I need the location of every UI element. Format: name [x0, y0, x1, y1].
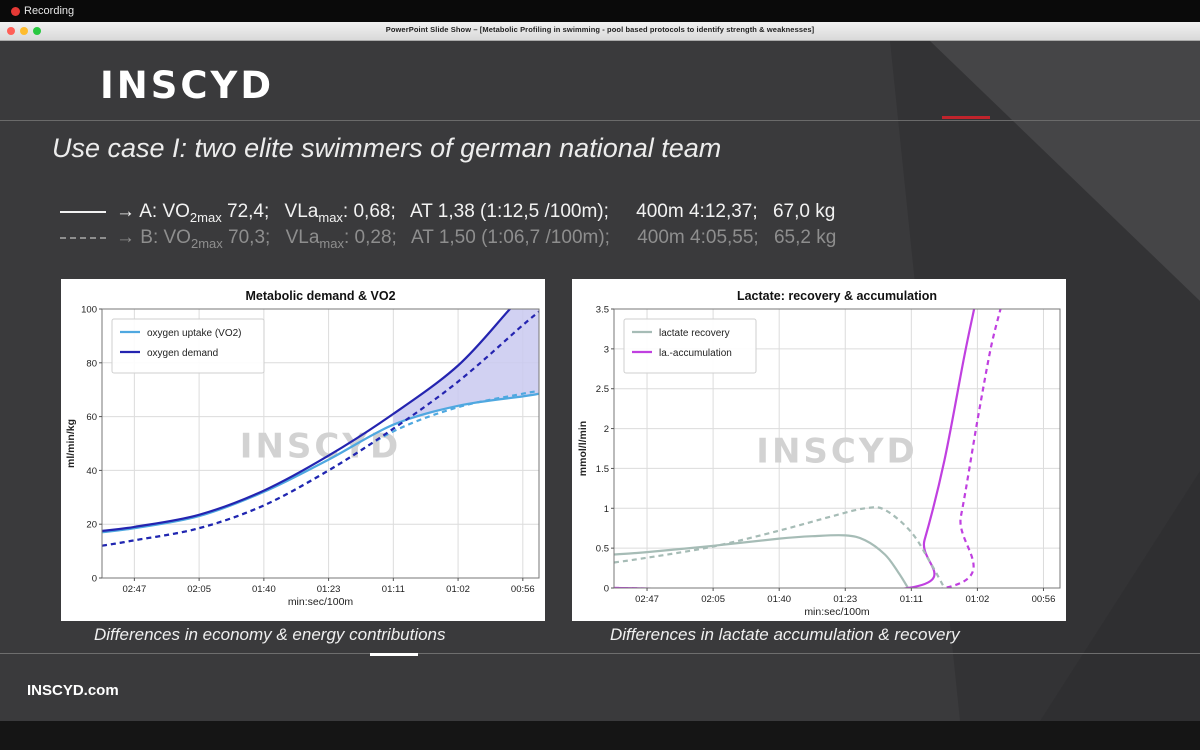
x-tick-label: 02:47 [635, 594, 659, 605]
athlete-a-label: A: VO [139, 201, 190, 222]
white-accent-bar [370, 653, 418, 656]
metabolic-demand-chart-svg: Metabolic demand & VO2INSCYD02:47 02:05 01… [65, 289, 540, 608]
header-divider [0, 120, 1200, 121]
y-tick-label: 80 [86, 358, 97, 369]
x-tick-label: 00:56 [511, 584, 535, 595]
y-tick-label: 40 [86, 466, 97, 477]
slide: INSCYD Use case I: two elite swimmers of… [0, 41, 1200, 721]
y-tick-label: 3.5 [596, 305, 609, 316]
bottom-strip [0, 721, 1200, 750]
y-tick-label: 0 [604, 584, 609, 595]
vo2-subscript: 2max [189, 209, 222, 225]
x-tick-label: 01:23 [317, 584, 341, 595]
x-tick-label: 02:47 [122, 584, 146, 595]
lactate-chart-svg: Lactate: recovery & accumulationINSCYD02… [577, 289, 1061, 618]
logo-text: INSCYD [100, 64, 275, 107]
x-tick-label: 00:56 [1032, 594, 1056, 605]
x-tick-label: 02:05 [701, 594, 725, 605]
athlete-b-label: B: VO [140, 227, 191, 248]
caption-lactate: Differences in lactate accumulation & re… [610, 625, 960, 644]
recording-label: Recording [24, 5, 75, 17]
athlete-a-row: → A: VO2max 72,4; VLamax: 0,68; AT 1,38 … [60, 201, 835, 225]
chart-title: Metabolic demand & VO2 [245, 289, 395, 303]
x-tick-label: 01:02 [446, 584, 470, 595]
at-value: AT 1,38 (1:12,5 /100m); [409, 201, 609, 222]
x-tick-label: 02:05 [187, 584, 211, 595]
x-tick-label: 01:11 [900, 594, 923, 605]
legend-label: la.-accumulation [659, 348, 732, 359]
x-tick-label: 01:40 [767, 594, 791, 605]
race-400m-value: 400m 4:12,37; [636, 201, 758, 222]
x-tick-label: 01:02 [966, 594, 990, 605]
chart-title: Lactate: recovery & accumulation [737, 289, 937, 303]
solid-line-legend [60, 210, 106, 213]
footer-website: INSCYD.com [27, 682, 119, 699]
x-axis-label: min:sec/100m [804, 606, 870, 618]
slide-title: Use case I: two elite swimmers of german… [52, 133, 722, 163]
y-tick-label: 2 [604, 424, 609, 435]
y-tick-label: 0 [92, 574, 97, 585]
vla-subscript: max [319, 235, 344, 251]
recording-bar: Recording [0, 0, 1200, 22]
vla-value: : 0,68; [342, 201, 396, 222]
inscyd-logo: INSCYD [100, 64, 274, 107]
legend-label: oxygen uptake (VO2) [147, 328, 242, 339]
weight-value: 65,2 kg [773, 227, 837, 248]
y-tick-label: 1 [604, 504, 609, 515]
y-axis-label: mmol/l/min [577, 421, 589, 476]
vla-label: VLa [285, 227, 320, 248]
y-tick-label: 60 [86, 412, 97, 423]
x-tick-label: 01:40 [252, 584, 276, 595]
arrow-icon: → [116, 227, 135, 248]
race-400m-value: 400m 4:05,55; [637, 227, 759, 248]
record-indicator-icon [11, 7, 20, 16]
metabolic-demand-chart: Metabolic demand & VO2 INSCYD 02:47 02:05 01… [61, 279, 545, 621]
dashed-line-legend [60, 236, 106, 239]
chart-watermark: INSCYD [756, 432, 917, 472]
legend-label: lactate recovery [659, 328, 730, 339]
y-tick-label: 20 [86, 520, 97, 531]
at-value: AT 1,50 (1:06,7 /100m); [411, 227, 610, 248]
vo2-value: 70,3; [222, 227, 271, 248]
y-tick-label: 100 [81, 305, 97, 316]
footer-divider [0, 653, 1200, 654]
vo2-value: 72,4; [221, 201, 270, 222]
y-tick-label: 0.5 [596, 544, 609, 555]
y-axis-label: ml/min/kg [65, 419, 77, 468]
vo2-subscript: 2max [190, 235, 223, 251]
x-tick-label: 01:23 [833, 594, 857, 605]
athlete-b-row: → B: VO2max 70,3; VLamax: 0,28; AT 1,50 … [60, 227, 836, 251]
red-accent-bar [942, 116, 990, 119]
lactate-chart: Lactate: recovery & accumulation INSCYD 02… [572, 279, 1066, 621]
arrow-icon: → [116, 201, 135, 222]
y-tick-label: 3 [604, 344, 609, 355]
window-title-bar: PowerPoint Slide Show – [Metabolic Profi… [0, 22, 1200, 41]
vla-label: VLa [284, 201, 319, 222]
y-tick-label: 2.5 [596, 384, 609, 395]
y-tick-label: 1.5 [596, 464, 609, 475]
legend-label: oxygen demand [147, 348, 218, 359]
vla-subscript: max [318, 209, 343, 225]
weight-value: 67,0 kg [772, 201, 836, 222]
caption-economy: Differences in economy & energy contribu… [94, 625, 446, 644]
vla-value: : 0,28; [343, 227, 397, 248]
x-tick-label: 01:11 [382, 584, 405, 595]
x-axis-label: min:sec/100m [288, 596, 354, 608]
window-title: PowerPoint Slide Show – [Metabolic Profi… [385, 25, 815, 34]
